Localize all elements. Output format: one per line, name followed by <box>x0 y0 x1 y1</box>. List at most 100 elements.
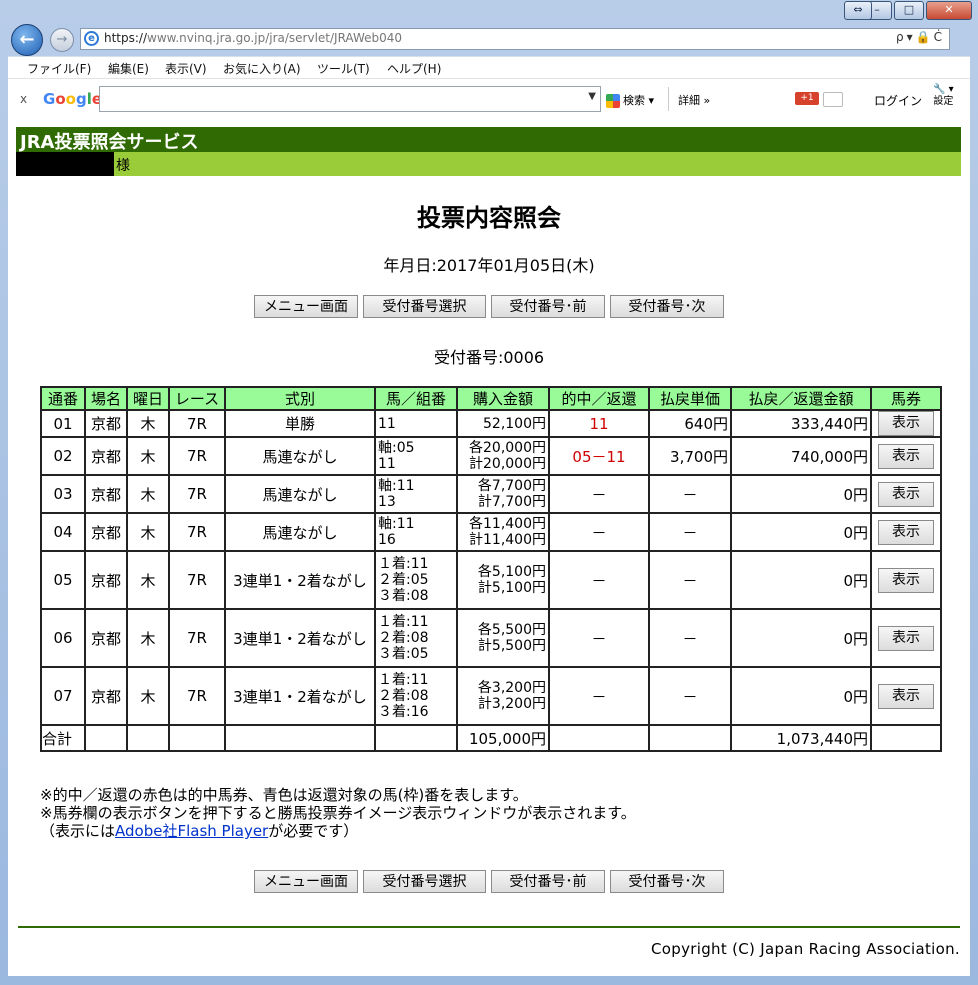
cell-type: 馬連ながし <box>224 512 376 552</box>
cell-payout: 333,440円 <box>730 409 872 438</box>
google-search-input[interactable]: ▼ <box>99 86 601 112</box>
cell-venue: 京都 <box>84 608 128 668</box>
google-toolbar: x Google ▼ 検索 ▾ 詳細 » +1 ログイン 🔧 ▾ 設定 <box>8 78 970 119</box>
receipt-next-button[interactable]: 受付番号･次 <box>610 870 724 893</box>
cell-unit-price: － <box>648 666 732 726</box>
chevron-down-icon[interactable]: ▼ <box>588 91 596 102</box>
receipt-next-button[interactable]: 受付番号･次 <box>610 295 724 318</box>
combo-line: ２着:08 <box>378 688 429 704</box>
flash-player-link[interactable]: Adobe社Flash Player <box>115 822 268 840</box>
cell-amount: 各3,200円 計3,200円 <box>456 666 550 726</box>
show-ticket-button[interactable]: 表示 <box>878 683 934 709</box>
title-bar: – □ ✕ ⇔ <box>0 0 978 22</box>
address-url[interactable]: https://www.nvinq.jra.go.jp/jra/servlet/… <box>104 31 402 45</box>
cell-race: 7R <box>168 474 226 514</box>
cell-payout: 0円 <box>730 666 872 726</box>
gplus-icon[interactable]: +1 <box>795 92 819 105</box>
total-payout: 1,073,440円 <box>730 724 872 752</box>
footer-divider <box>18 926 960 928</box>
cell-combo: １着:11 ２着:08 ３着:16 <box>374 666 458 726</box>
page-content: JRA投票照会サービス 様 投票内容照会 年月日:2017年01月05日(木) … <box>8 118 970 976</box>
cell-race: 7R <box>168 512 226 552</box>
maximize-button[interactable]: □ <box>894 1 924 20</box>
show-ticket-button[interactable]: 表示 <box>878 481 934 507</box>
show-ticket-button[interactable]: 表示 <box>878 519 934 545</box>
receipt-number: 受付番号:0006 <box>433 348 545 367</box>
combo-line: 軸:05 <box>378 440 415 456</box>
browser-window: – □ ✕ ⇔ ← → e https://www.nvinq.jra.go.j… <box>0 0 978 985</box>
details-button[interactable]: 詳細 » <box>678 92 710 108</box>
page-title: 投票内容照会 <box>417 204 561 232</box>
col-header: 曜日 <box>126 386 170 411</box>
total-label: 合計 <box>40 724 86 752</box>
menu-tools[interactable]: ツール(T) <box>317 60 370 77</box>
combo-line: ３着:05 <box>378 646 429 662</box>
receipt-prev-button[interactable]: 受付番号･前 <box>491 295 605 318</box>
cell-venue: 京都 <box>84 436 128 476</box>
address-bar[interactable]: e https://www.nvinq.jra.go.jp/jra/servle… <box>80 28 950 50</box>
col-header: 馬／組番 <box>374 386 458 411</box>
cell-combo: 11 <box>374 409 458 438</box>
combo-line: ２着:08 <box>378 630 429 646</box>
show-ticket-button[interactable]: 表示 <box>878 411 934 436</box>
cell-unit-price: － <box>648 608 732 668</box>
cell-combo: １着:11 ２着:08 ３着:05 <box>374 608 458 668</box>
resize-icon[interactable]: ⇔ <box>844 1 872 20</box>
cell-race: 7R <box>168 608 226 668</box>
google-search-button[interactable]: 検索 ▾ <box>606 92 654 108</box>
cell-payout: 0円 <box>730 474 872 514</box>
show-ticket-button[interactable]: 表示 <box>878 625 934 651</box>
menu-view[interactable]: 表示(V) <box>165 60 207 77</box>
top-button-row: メニュー画面 受付番号選択 受付番号･前 受付番号･次 <box>254 295 724 318</box>
col-header: 的中／返還 <box>548 386 650 411</box>
cell-type: 3連単1・2着ながし <box>224 608 376 668</box>
close-toolbar-icon[interactable]: x <box>20 92 27 106</box>
show-ticket-button[interactable]: 表示 <box>878 567 934 593</box>
receipt-select-button[interactable]: 受付番号選択 <box>363 870 486 893</box>
amount-line: 計5,100円 <box>477 580 546 596</box>
user-bar: 様 <box>16 152 961 176</box>
notification-icon[interactable] <box>823 92 843 107</box>
cell-amount: 各20,000円 計20,000円 <box>456 436 550 476</box>
amount-line: 各5,100円 <box>477 564 546 580</box>
login-link[interactable]: ログイン <box>874 92 922 109</box>
col-header: 払戻単価 <box>648 386 732 411</box>
cell-race: 7R <box>168 666 226 726</box>
table-row: 01 京都木 7R 単勝 11 52,100円 11 640円 333,440円 表示 <box>40 409 942 438</box>
show-ticket-button[interactable]: 表示 <box>878 443 934 469</box>
menu-favorites[interactable]: お気に入り(A) <box>223 60 301 77</box>
cell-ticket: 表示 <box>870 550 942 610</box>
cell-venue: 京都 <box>84 512 128 552</box>
cell-unit-price: － <box>648 474 732 514</box>
menu-file[interactable]: ファイル(F) <box>27 60 91 77</box>
cell-ticket: 表示 <box>870 436 942 476</box>
date-label: 年月日:2017年01月05日(木) <box>383 256 595 275</box>
col-header: 場名 <box>84 386 128 411</box>
amount-line: 計11,400円 <box>469 532 546 548</box>
amount-line: 各7,700円 <box>477 478 546 494</box>
menu-help[interactable]: ヘルプ(H) <box>387 60 441 77</box>
cell-ticket: 表示 <box>870 409 942 438</box>
address-tools-icon[interactable]: ρ▾🔒Ċ <box>896 30 945 44</box>
cell-type: 単勝 <box>224 409 376 438</box>
cell-unit-price: 3,700円 <box>648 436 732 476</box>
menu-screen-button[interactable]: メニュー画面 <box>254 870 358 893</box>
table-row: 06 京都木 7R 3連単1・2着ながし １着:11 ２着:08 ３着:05 各5,500円計… <box>40 608 942 668</box>
receipt-select-button[interactable]: 受付番号選択 <box>363 295 486 318</box>
menu-edit[interactable]: 編集(E) <box>108 60 149 77</box>
amount-line: 各5,500円 <box>477 622 546 638</box>
settings-button[interactable]: 🔧 ▾ 設定 <box>933 84 954 108</box>
wrench-icon: 🔧 <box>933 84 946 95</box>
back-button[interactable]: ← <box>11 24 43 56</box>
menu-screen-button[interactable]: メニュー画面 <box>254 295 358 318</box>
combo-line: ３着:16 <box>378 704 429 720</box>
amount-line: 計3,200円 <box>477 696 546 712</box>
cell-no: 01 <box>40 409 86 438</box>
cell-venue: 京都 <box>84 666 128 726</box>
forward-button[interactable]: → <box>50 28 74 52</box>
cell-combo: 軸:11 13 <box>374 474 458 514</box>
receipt-prev-button[interactable]: 受付番号･前 <box>491 870 605 893</box>
close-button[interactable]: ✕ <box>926 1 972 20</box>
amount-line: 各3,200円 <box>477 680 546 696</box>
table-header-row: 通番 場名 曜日 レース 式別 馬／組番 購入金額 的中／返還 払戻単価 払戻／… <box>40 386 942 411</box>
